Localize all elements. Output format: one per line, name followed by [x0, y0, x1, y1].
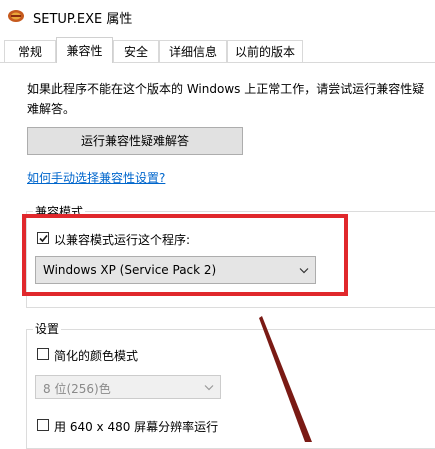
tab-details[interactable]: 详细信息 [159, 40, 227, 62]
resolution-label[interactable]: 用 640 x 480 屏幕分辨率运行 [54, 418, 218, 435]
compat-mode-checkbox[interactable] [37, 232, 49, 244]
compat-os-select-value: Windows XP (Service Pack 2) [43, 263, 217, 277]
chevron-down-icon [204, 385, 214, 391]
settings-group-label: 设置 [33, 320, 62, 337]
reduced-color-label[interactable]: 简化的颜色模式 [54, 347, 138, 364]
compat-mode-group-label: 兼容模式 [33, 203, 86, 220]
checkmark-icon [39, 234, 48, 243]
tab-general[interactable]: 常规 [4, 40, 56, 62]
compat-mode-checkbox-label[interactable]: 以兼容模式运行这个程序: [54, 231, 190, 248]
setup-app-icon [8, 10, 24, 22]
resolution-checkbox[interactable] [37, 419, 49, 431]
tab-previous-versions[interactable]: 以前的版本 [227, 40, 303, 62]
window-title: SETUP.EXE 属性 [33, 12, 133, 27]
title-bar: SETUP.EXE 属性 [0, 0, 435, 33]
compat-description: 如果此程序不能在这个版本的 Windows 上正常工作，请尝试运行兼容性疑难解答… [27, 82, 425, 116]
run-troubleshooter-button[interactable]: 运行兼容性疑难解答 [27, 127, 243, 155]
tab-security[interactable]: 安全 [113, 40, 159, 62]
reduced-color-checkbox[interactable] [37, 348, 49, 360]
tab-compatibility[interactable]: 兼容性 [56, 37, 113, 63]
manual-settings-link[interactable]: 如何手动选择兼容性设置? [27, 169, 165, 186]
color-depth-select-value: 8 位(256)色 [43, 382, 111, 396]
compat-os-select[interactable]: Windows XP (Service Pack 2) [35, 256, 316, 284]
color-depth-select: 8 位(256)色 [35, 375, 221, 399]
chevron-down-icon [299, 268, 309, 274]
